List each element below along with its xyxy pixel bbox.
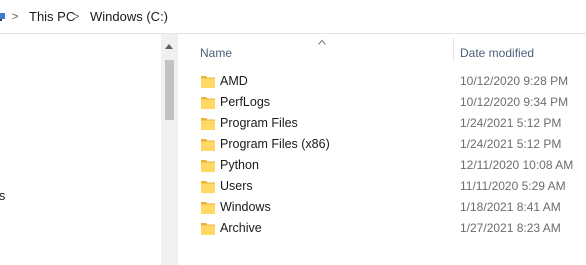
folder-icon	[201, 76, 215, 88]
folder-icon	[201, 118, 215, 130]
file-name[interactable]: Program Files (x86)	[220, 136, 330, 152]
folder-icon	[201, 97, 215, 109]
file-row[interactable]: Python 12/11/2020 10:08 AM	[194, 155, 586, 176]
file-date: 10/12/2020 9:34 PM	[460, 95, 569, 109]
file-row[interactable]: Users 11/11/2020 5:29 AM	[194, 176, 586, 197]
folder-icon	[201, 202, 215, 214]
file-row[interactable]: Program Files 1/24/2021 5:12 PM	[194, 113, 586, 134]
this-pc-icon[interactable]	[0, 12, 5, 22]
file-row[interactable]: Archive 1/27/2021 8:23 AM	[194, 218, 586, 239]
file-date: 1/24/2021 5:12 PM	[460, 116, 562, 130]
file-name[interactable]: Program Files	[220, 115, 298, 131]
file-row[interactable]: Windows 1/18/2021 8:41 AM	[194, 197, 586, 218]
file-name[interactable]: PerfLogs	[220, 94, 270, 110]
sort-ascending-icon	[318, 39, 326, 45]
file-list-pane: Name Date modified AMD 10/12/2020 9:28 P…	[178, 34, 586, 265]
file-date: 1/24/2021 5:12 PM	[460, 137, 562, 151]
address-bar[interactable]: > This PC > Windows (C:)	[0, 0, 586, 34]
column-divider[interactable]	[453, 38, 454, 61]
file-date: 10/12/2020 9:28 PM	[460, 74, 569, 88]
file-row[interactable]: Program Files (x86) 1/24/2021 5:12 PM	[194, 134, 586, 155]
scroll-up-arrow-icon[interactable]	[165, 44, 173, 49]
file-date: 1/18/2021 8:41 AM	[460, 200, 561, 214]
column-header-date-modified[interactable]: Date modified	[460, 46, 534, 60]
file-name[interactable]: Users	[220, 178, 253, 194]
navigation-pane: ls	[0, 34, 161, 265]
column-header-name[interactable]: Name	[200, 46, 232, 60]
folder-icon	[201, 181, 215, 193]
breadcrumb-windows-c[interactable]: Windows (C:)	[90, 9, 168, 25]
navigation-scrollbar[interactable]	[161, 34, 178, 265]
breadcrumb-this-pc[interactable]: This PC	[29, 9, 75, 25]
file-name[interactable]: AMD	[220, 73, 248, 89]
breadcrumb-separator[interactable]: >	[12, 10, 18, 24]
file-date: 1/27/2021 8:23 AM	[460, 221, 561, 235]
file-date: 12/11/2020 10:08 AM	[460, 158, 574, 172]
file-row[interactable]: AMD 10/12/2020 9:28 PM	[194, 71, 586, 92]
folder-icon	[201, 160, 215, 172]
nav-item-partial[interactable]: ls	[0, 188, 5, 204]
file-row[interactable]: PerfLogs 10/12/2020 9:34 PM	[194, 92, 586, 113]
file-name[interactable]: Windows	[220, 199, 271, 215]
file-date: 11/11/2020 5:29 AM	[460, 179, 566, 193]
folder-icon	[201, 139, 215, 151]
folder-icon	[201, 223, 215, 235]
file-name[interactable]: Python	[220, 157, 259, 173]
breadcrumb-separator[interactable]: >	[73, 10, 79, 24]
file-name[interactable]: Archive	[220, 220, 262, 236]
scrollbar-thumb[interactable]	[165, 60, 174, 120]
